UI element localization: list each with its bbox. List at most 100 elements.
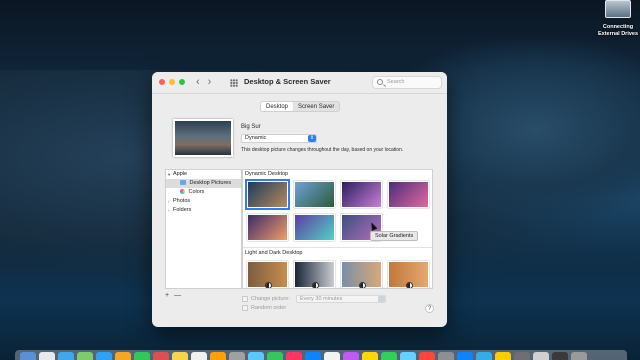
random-order-label: Random order — [251, 305, 287, 311]
picture-description: This desktop picture changes throughout … — [241, 147, 404, 153]
tab-screen-saver[interactable]: Screen Saver — [293, 102, 339, 111]
wallpaper-thumb[interactable] — [388, 181, 429, 208]
interval-select[interactable]: Every 30 minutes — [295, 295, 386, 303]
change-picture-checkbox[interactable] — [242, 296, 248, 302]
sidebar-group-photos-label: Photos — [173, 198, 191, 204]
dock — [15, 350, 627, 360]
wallpaper-thumb[interactable] — [341, 181, 382, 208]
dock-app-icon[interactable] — [419, 352, 435, 360]
disclosure-down-icon[interactable]: ▾ — [168, 170, 170, 179]
section-title-light-dark: Light and Dark Desktop — [245, 250, 303, 256]
dock-app-icon[interactable] — [58, 352, 74, 360]
dock-app-icon[interactable] — [305, 352, 321, 360]
dock-app-icon[interactable] — [20, 352, 36, 360]
random-order-row: Random order — [242, 305, 286, 311]
current-picture-preview — [173, 119, 233, 157]
dock-app-icon[interactable] — [343, 352, 359, 360]
dock-app-icon[interactable] — [267, 352, 283, 360]
dock-app-icon[interactable] — [552, 352, 568, 360]
show-all-grid-icon[interactable] — [230, 79, 238, 87]
dock-app-icon[interactable] — [438, 352, 454, 360]
wallpaper-thumb[interactable] — [388, 261, 429, 288]
zoom-button[interactable] — [179, 79, 185, 85]
source-sidebar: ▾ Apple Desktop Pictures Colors › Photos… — [165, 169, 242, 289]
dock-app-icon[interactable] — [210, 352, 226, 360]
section-title-dynamic: Dynamic Desktop — [245, 171, 289, 177]
search-field[interactable]: Search — [372, 76, 442, 89]
interval-value: Every 30 minutes — [299, 296, 343, 302]
dock-app-icon[interactable] — [571, 352, 587, 360]
dock-app-icon[interactable] — [191, 352, 207, 360]
tab-desktop[interactable]: Desktop — [261, 102, 294, 111]
desktop-screensaver-window: ‹ › Desktop & Screen Saver Search Deskto… — [152, 72, 447, 327]
sidebar-group-folders[interactable]: › Folders — [166, 206, 241, 215]
dock-app-icon[interactable] — [77, 352, 93, 360]
tab-bar: Desktop Screen Saver — [260, 101, 341, 112]
select-arrows-icon — [377, 296, 385, 302]
drive-label-line2: External Drives — [597, 31, 639, 37]
add-remove-buttons: + — — [165, 292, 181, 299]
random-order-checkbox[interactable] — [242, 305, 248, 311]
desktop-drive-icon[interactable]: Connecting External Drives — [596, 0, 640, 38]
wallpaper-thumb[interactable] — [247, 261, 288, 288]
mode-select[interactable]: Dynamic ⇕ — [241, 134, 317, 143]
add-folder-button[interactable]: + — [165, 292, 169, 299]
sidebar-item-colors[interactable]: Colors — [166, 188, 241, 197]
dock-app-icon[interactable] — [495, 352, 511, 360]
dock-app-icon[interactable] — [96, 352, 112, 360]
light-dark-icon — [359, 282, 366, 288]
disclosure-right-icon[interactable]: › — [168, 197, 170, 206]
minimize-button[interactable] — [169, 79, 175, 85]
wallpaper-thumb[interactable] — [294, 261, 335, 288]
close-button[interactable] — [159, 79, 165, 85]
sidebar-group-apple[interactable]: ▾ Apple — [166, 170, 241, 179]
dock-app-icon[interactable] — [172, 352, 188, 360]
dock-app-icon[interactable] — [457, 352, 473, 360]
dock-app-icon[interactable] — [400, 352, 416, 360]
drive-label-line1: Connecting — [602, 24, 634, 30]
dock-app-icon[interactable] — [153, 352, 169, 360]
wallpaper-thumb[interactable] — [294, 181, 335, 208]
change-picture-row: Change picture: Every 30 minutes — [242, 295, 386, 303]
wallpaper-thumb[interactable] — [245, 179, 290, 210]
dock-app-icon[interactable] — [324, 352, 340, 360]
sidebar-group-folders-label: Folders — [173, 207, 192, 213]
dock-app-icon[interactable] — [381, 352, 397, 360]
dock-app-icon[interactable] — [286, 352, 302, 360]
sidebar-group-apple-label: Apple — [173, 171, 188, 177]
wallpaper-grid: Dynamic Desktop Light and Dark Desktop — [242, 169, 433, 289]
change-picture-label: Change picture: — [251, 296, 290, 302]
section-divider — [243, 247, 432, 248]
dock-app-icon[interactable] — [514, 352, 530, 360]
dock-app-icon[interactable] — [248, 352, 264, 360]
dock-app-icon[interactable] — [362, 352, 378, 360]
folder-icon — [180, 180, 186, 186]
disclosure-right-icon[interactable]: › — [168, 206, 170, 215]
help-button[interactable]: ? — [425, 304, 434, 313]
search-placeholder: Search — [387, 79, 405, 85]
sidebar-item-desktop-pictures[interactable]: Desktop Pictures — [166, 179, 241, 188]
remove-folder-button[interactable]: — — [174, 292, 181, 299]
dock-app-icon[interactable] — [134, 352, 150, 360]
dock-app-icon[interactable] — [229, 352, 245, 360]
wallpaper-thumb[interactable] — [341, 261, 382, 288]
wallpaper-thumb[interactable] — [247, 214, 288, 241]
light-dark-icon — [265, 282, 272, 288]
back-arrow-icon[interactable]: ‹ — [196, 76, 200, 88]
light-dark-icon — [312, 282, 319, 288]
wallpaper-thumb[interactable] — [294, 214, 335, 241]
dock-app-icon[interactable] — [476, 352, 492, 360]
drive-thumbnail — [605, 0, 631, 18]
dock-app-icon[interactable] — [39, 352, 55, 360]
sidebar-item-label: Colors — [188, 189, 205, 195]
titlebar: ‹ › Desktop & Screen Saver Search — [152, 72, 447, 94]
sidebar-group-photos[interactable]: › Photos — [166, 197, 241, 206]
tooltip: Solar Gradients — [370, 231, 419, 241]
sidebar-item-label: Desktop Pictures — [189, 180, 232, 186]
light-dark-icon — [406, 282, 413, 288]
colors-icon — [180, 189, 185, 195]
dock-app-icon[interactable] — [115, 352, 131, 360]
forward-arrow-icon[interactable]: › — [208, 76, 212, 88]
dock-app-icon[interactable] — [533, 352, 549, 360]
mode-select-value: Dynamic — [245, 135, 267, 141]
